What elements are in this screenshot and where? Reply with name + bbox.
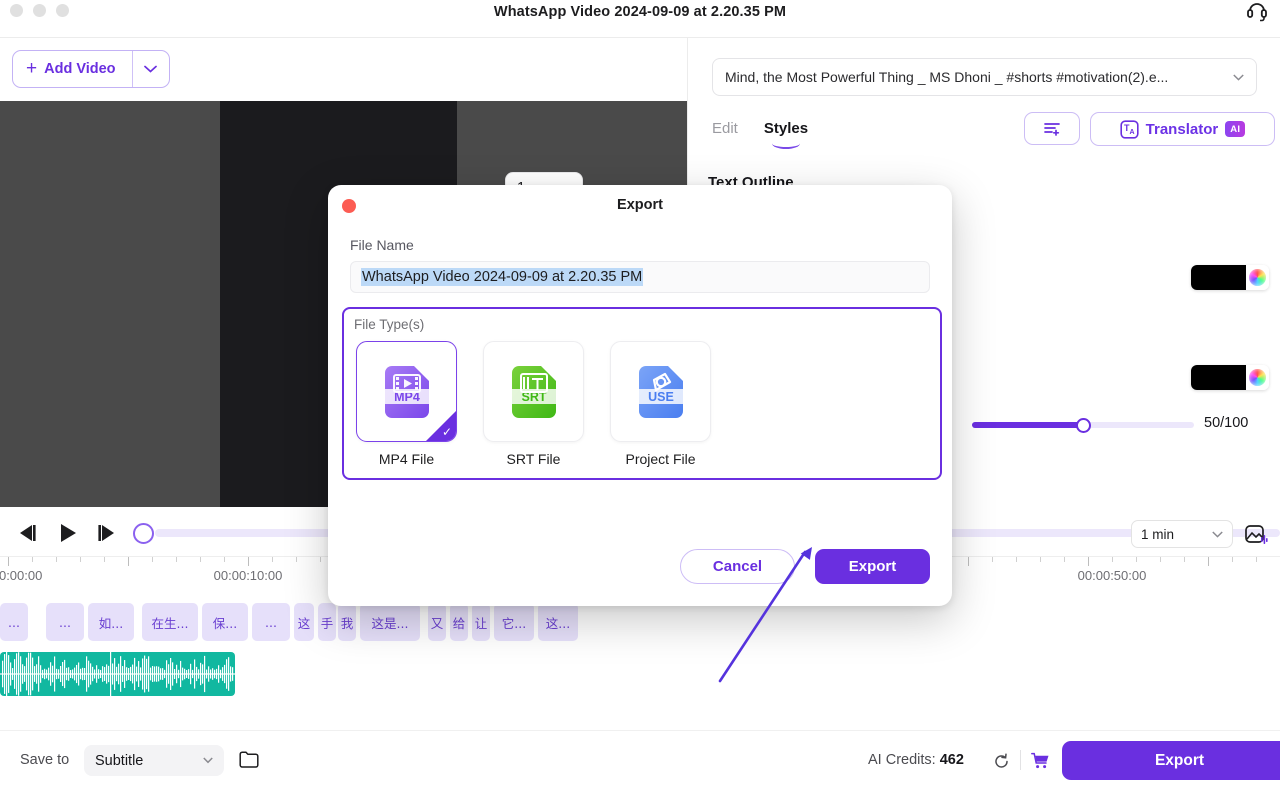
subtitle-clip[interactable]: 给: [450, 603, 468, 641]
chevron-down-icon: [1233, 73, 1244, 81]
file-type-label: MP4 File: [378, 451, 435, 467]
file-type-label: Project File: [625, 451, 696, 467]
window-title: WhatsApp Video 2024-09-09 at 2.20.35 PM: [493, 4, 787, 20]
chevron-down-icon: [1212, 530, 1223, 538]
headphone-icon[interactable]: [1242, 0, 1272, 25]
file-type-option[interactable]: MP4 ✓ MP4 File: [356, 341, 457, 467]
srt-file-icon: SRT: [503, 361, 565, 423]
shopping-cart-icon[interactable]: [1031, 752, 1050, 770]
ai-credits-value: 462: [939, 752, 964, 768]
color-swatch[interactable]: [1191, 365, 1246, 390]
subtitle-clip[interactable]: ...: [0, 603, 28, 641]
ruler-label: 00:00:00:00: [0, 568, 43, 583]
file-name-label: File Name: [350, 237, 414, 253]
title-bar: WhatsApp Video 2024-09-09 at 2.20.35 PM: [0, 0, 1280, 38]
subtitle-clip[interactable]: 如...: [88, 603, 134, 641]
tab-edit[interactable]: Edit: [712, 120, 738, 143]
file-name-value: WhatsApp Video 2024-09-09 at 2.20.35 PM: [361, 268, 644, 286]
subtitle-clip[interactable]: 保...: [202, 603, 248, 641]
translate-text-icon: T A: [1120, 119, 1139, 139]
file-types-legend: File Type(s): [354, 317, 425, 332]
add-video-main[interactable]: + Add Video: [13, 51, 133, 87]
chevron-down-icon: [203, 757, 213, 764]
file-type-card[interactable]: MP4 ✓: [356, 341, 457, 442]
divider: [1020, 750, 1021, 770]
file-name-input[interactable]: WhatsApp Video 2024-09-09 at 2.20.35 PM: [350, 261, 930, 293]
save-to-label: Save to: [20, 752, 70, 768]
export-dialog-title: Export: [617, 197, 663, 213]
subtitle-clip[interactable]: 又: [428, 603, 446, 641]
ruler-label: 00:00:50:00: [1077, 568, 1147, 583]
left-toolbar: + Add Video: [0, 38, 687, 101]
ai-credits: AI Credits: 462: [868, 752, 964, 768]
add-video-dropdown-button[interactable]: [133, 51, 169, 87]
subtitle-clip-track[interactable]: ...... 如... 在生... 保...... 这手我这是... 又给让它... 这..…: [0, 603, 1280, 643]
subtitle-clip[interactable]: 这是...: [360, 603, 420, 641]
audio-waveform: [0, 652, 235, 696]
subtitle-clip[interactable]: 这...: [538, 603, 578, 641]
subtitle-clip[interactable]: ...: [46, 603, 84, 641]
ai-credits-label: AI Credits:: [868, 752, 936, 768]
file-type-cards: MP4 ✓ MP4 File SRT SRT File USE Project …: [356, 341, 711, 467]
audio-waveform-clip[interactable]: [0, 652, 235, 696]
add-to-list-icon[interactable]: [1024, 112, 1080, 145]
translator-label: Translator: [1145, 120, 1219, 138]
thumbnail-audio-icon[interactable]: [1244, 523, 1268, 547]
panel-tabs: Edit Styles: [712, 120, 808, 143]
export-main-button[interactable]: Export: [1062, 741, 1280, 780]
color-swatch[interactable]: [1191, 265, 1246, 290]
chevron-down-icon: [144, 65, 157, 73]
project-file-select[interactable]: Mind, the Most Powerful Thing _ MS Dhoni…: [712, 58, 1257, 96]
step-forward-icon[interactable]: [94, 521, 120, 545]
file-type-card[interactable]: USE: [610, 341, 711, 442]
subtitle-clip[interactable]: 这: [294, 603, 314, 641]
save-to-value: Subtitle: [95, 752, 144, 769]
project-file-icon: USE: [630, 361, 692, 423]
outline-color-picker-2[interactable]: [1191, 365, 1269, 390]
plus-icon: +: [26, 58, 38, 79]
save-to-select[interactable]: Subtitle: [84, 745, 224, 776]
file-type-option[interactable]: SRT SRT File: [483, 341, 584, 467]
add-video-label: Add Video: [44, 61, 116, 77]
tab-styles[interactable]: Styles: [764, 120, 808, 143]
subtitle-clip[interactable]: 手: [318, 603, 336, 641]
svg-text:A: A: [1129, 129, 1134, 136]
export-dialog: Export File Name WhatsApp Video 2024-09-…: [328, 185, 952, 606]
play-icon[interactable]: [55, 521, 81, 545]
subtitle-clip[interactable]: 在生...: [142, 603, 198, 641]
subtitle-clip[interactable]: 让: [472, 603, 490, 641]
subtitle-clip[interactable]: 它...: [494, 603, 534, 641]
timeline-zoom-select[interactable]: 1 min: [1131, 520, 1233, 548]
outline-color-picker-1[interactable]: [1191, 265, 1269, 290]
ai-badge: AI: [1225, 121, 1246, 137]
app-window: WhatsApp Video 2024-09-09 at 2.20.35 PM …: [0, 0, 1280, 790]
folder-icon[interactable]: [239, 750, 259, 769]
opacity-slider-handle[interactable]: [1076, 418, 1091, 433]
color-wheel-icon[interactable]: [1246, 265, 1269, 290]
refresh-icon[interactable]: [993, 753, 1010, 770]
playhead-scrubber-handle[interactable]: [133, 523, 154, 544]
project-file-value: Mind, the Most Powerful Thing _ MS Dhoni…: [725, 69, 1169, 85]
file-types-group: File Type(s) MP4 ✓ MP4 File SRT SRT File…: [342, 307, 942, 480]
export-button[interactable]: Export: [815, 549, 930, 584]
step-backward-icon[interactable]: [14, 521, 40, 545]
cancel-button[interactable]: Cancel: [680, 549, 795, 584]
translator-button[interactable]: T A Translator AI: [1090, 112, 1275, 146]
file-type-label: SRT File: [506, 451, 561, 467]
ruler-label: 00:00:10:00: [213, 568, 283, 583]
opacity-slider-fill: [972, 422, 1083, 428]
check-icon: ✓: [441, 425, 452, 439]
file-type-card[interactable]: SRT: [483, 341, 584, 442]
file-type-option[interactable]: USE Project File: [610, 341, 711, 467]
subtitle-clip[interactable]: ...: [252, 603, 290, 641]
opacity-slider-value: 50/100: [1204, 415, 1249, 431]
add-video-button[interactable]: + Add Video: [12, 50, 170, 88]
color-wheel-icon[interactable]: [1246, 365, 1269, 390]
subtitle-clip[interactable]: 我: [338, 603, 356, 641]
timeline-zoom-value: 1 min: [1141, 526, 1175, 542]
